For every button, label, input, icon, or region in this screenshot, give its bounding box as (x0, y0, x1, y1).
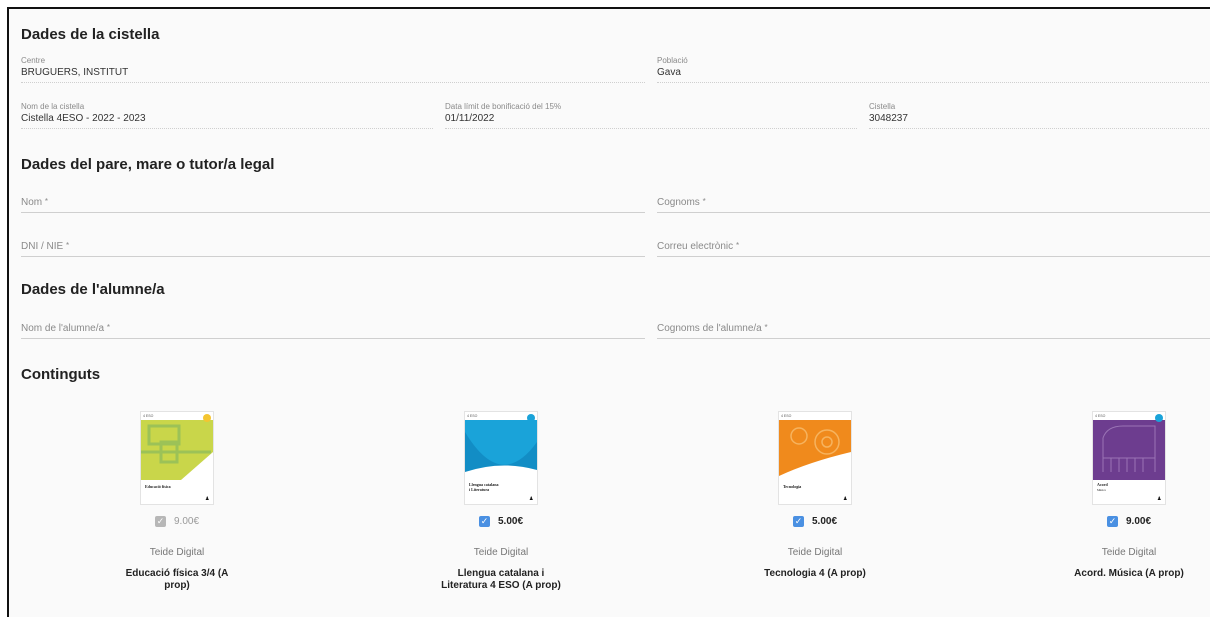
svg-text:4 ESO: 4 ESO (781, 414, 792, 418)
parent-last-name-placeholder: Cognoms (657, 197, 700, 208)
svg-text:Tecnologia: Tecnologia (783, 484, 801, 489)
basket-id-value: 3048237 (869, 113, 908, 124)
book-cover-tecnologia: 4 ESO Tecnologia ♟ (779, 412, 851, 504)
parent-dni-placeholder: DNI / NIE (21, 241, 64, 252)
student-first-name-placeholder: Nom de l'alumne/a (21, 323, 105, 334)
form-container: Dades de la cistella Centre BRUGUERS, IN… (7, 7, 1210, 617)
basket-name-value: Cistella 4ESO - 2022 - 2023 (21, 113, 146, 124)
svg-text:4 ESO: 4 ESO (467, 414, 478, 418)
deadline-label: Data límit de bonificació del 15% (445, 102, 562, 111)
product-card: 4 ESO Llengua catalana i Literatura ♟ ✓ … (421, 412, 581, 592)
student-last-name-placeholder: Cognoms de l'alumne/a (657, 323, 762, 334)
product-cover-image[interactable]: 4 ESO Llengua catalana i Literatura ♟ (465, 412, 537, 504)
book-cover-llengua-catalana: 4 ESO Llengua catalana i Literatura ♟ (465, 412, 537, 504)
basket-section-title: Dades de la cistella (21, 26, 160, 43)
svg-text:♟: ♟ (1157, 496, 1161, 502)
svg-text:4 ESO: 4 ESO (1095, 414, 1106, 418)
basket-name-field: Nom de la cistella Cistella 4ESO - 2022 … (21, 102, 433, 129)
book-cover-educacio-fisica: 4 ESO Educació física ♟ (141, 412, 213, 504)
product-price: 5.00€ (497, 516, 524, 527)
svg-text:Educació física: Educació física (145, 484, 171, 489)
product-publisher: Teide Digital (473, 547, 529, 558)
parent-first-name-input[interactable]: Nom * (21, 193, 645, 213)
product-cover-image[interactable]: 4 ESO Acord Música ♟ (1093, 412, 1165, 504)
svg-text:♟: ♟ (205, 496, 209, 502)
product-card: 4 ESO Educació física ♟ ✓ 9.00€ Teide Di… (97, 412, 257, 592)
basket-id-label: Cistella (869, 102, 896, 111)
parent-email-placeholder: Correu electrònic (657, 241, 734, 252)
centre-label: Centre (21, 56, 46, 65)
city-field: Població Gava (657, 56, 1210, 83)
product-checkbox[interactable]: ✓ (478, 516, 490, 527)
svg-text:Acord: Acord (1097, 482, 1108, 487)
svg-text:i Literatura: i Literatura (469, 487, 489, 492)
basket-name-label: Nom de la cistella (21, 102, 85, 111)
product-checkbox[interactable]: ✓ (1106, 516, 1118, 527)
svg-text:Música: Música (1097, 488, 1107, 492)
parent-section-title: Dades del pare, mare o tutor/a legal (21, 156, 275, 173)
student-section-title: Dades de l'alumne/a (21, 281, 165, 298)
product-publisher: Teide Digital (1101, 547, 1157, 558)
product-publisher: Teide Digital (787, 547, 843, 558)
parent-first-name-placeholder: Nom (21, 197, 43, 208)
product-card: 4 ESO Acord Música ♟ ✓ 9.00€ Teide Digit… (1049, 412, 1209, 580)
product-name: Llengua catalana i Literatura 4 ESO (A p… (441, 568, 561, 591)
svg-text:♟: ♟ (843, 496, 847, 502)
parent-last-name-input[interactable]: Cognoms * (657, 193, 1210, 213)
svg-text:♟: ♟ (529, 496, 533, 502)
book-cover-acord-musica: 4 ESO Acord Música ♟ (1093, 412, 1165, 504)
student-last-name-input[interactable]: Cognoms de l'alumne/a * (657, 319, 1210, 339)
parent-dni-input[interactable]: DNI / NIE * (21, 237, 645, 257)
contents-section-title: Continguts (21, 366, 101, 383)
centre-value: BRUGUERS, INSTITUT (21, 67, 129, 78)
product-price: 5.00€ (811, 516, 838, 527)
product-cover-image[interactable]: 4 ESO Tecnologia ♟ (779, 412, 851, 504)
deadline-value: 01/11/2022 (445, 113, 495, 124)
student-first-name-input[interactable]: Nom de l'alumne/a * (21, 319, 645, 339)
product-publisher: Teide Digital (149, 547, 205, 558)
product-name: Tecnologia 4 (A prop) (764, 568, 866, 579)
city-label: Població (657, 56, 688, 65)
product-checkbox[interactable]: ✓ (792, 516, 804, 527)
product-name: Acord. Música (A prop) (1074, 568, 1184, 579)
product-checkbox[interactable]: ✓ (154, 516, 166, 527)
product-name: Educació física 3/4 (A prop) (125, 568, 229, 591)
basket-id-field: Cistella 3048237 (869, 102, 1210, 129)
centre-field: Centre BRUGUERS, INSTITUT (21, 56, 645, 83)
svg-text:4 ESO: 4 ESO (143, 414, 154, 418)
parent-email-input[interactable]: Correu electrònic * (657, 237, 1210, 257)
product-price: 9.00€ (173, 516, 200, 527)
deadline-field: Data límit de bonificació del 15% 01/11/… (445, 102, 857, 129)
product-card: 4 ESO Tecnologia ♟ ✓ 5.00€ Teide Digital… (735, 412, 895, 580)
product-price: 9.00€ (1125, 516, 1152, 527)
city-value: Gava (657, 67, 681, 78)
product-cover-image[interactable]: 4 ESO Educació física ♟ (141, 412, 213, 504)
